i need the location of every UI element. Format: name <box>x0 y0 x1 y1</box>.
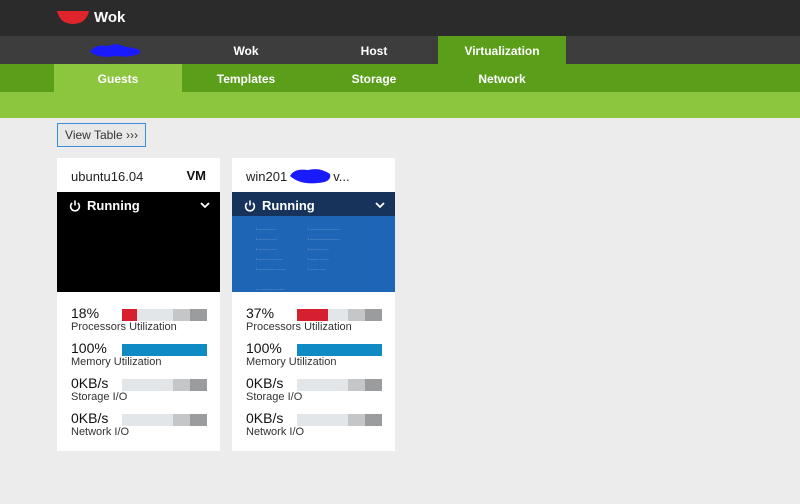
cpu-value: 18% <box>71 305 100 321</box>
guest-status: Running <box>87 198 140 213</box>
cpu-value: 37% <box>246 305 275 321</box>
chevron-down-icon[interactable] <box>375 201 385 209</box>
memory-value: 100% <box>246 340 282 356</box>
vm-badge: VM <box>186 168 207 183</box>
redacted-host-name <box>90 44 141 57</box>
storage-bar <box>122 379 207 391</box>
cpu-bar-fill <box>122 309 137 321</box>
memory-bar <box>122 344 207 356</box>
memory-bar-fill <box>122 344 207 356</box>
storage-value: 0KB/s <box>71 375 109 391</box>
windows-desktop-image: ▪ —————— ▪ ———— —— ▪ ———— —— ▪ ———— ———— ▪ —… <box>256 227 286 291</box>
guest-card[interactable]: win201 v... ▪ —————— ▪ ———— —— ▪ ———— —— ▪ —… <box>232 158 395 451</box>
network-label: Network I/O <box>246 426 305 438</box>
network-label: Network I/O <box>71 426 130 438</box>
cpu-bar-fill <box>297 309 328 321</box>
cpu-label: Processors Utilization <box>71 321 177 333</box>
sub-nav: Guests Templates Storage Network <box>0 64 800 92</box>
tab-guests[interactable]: Guests <box>54 64 182 92</box>
storage-value: 0KB/s <box>246 375 284 391</box>
memory-bar <box>297 344 382 356</box>
toolbar-band <box>0 92 800 118</box>
power-icon <box>69 200 81 212</box>
top-bar: Wok <box>0 0 800 36</box>
tab-wok[interactable]: Wok <box>182 36 310 64</box>
redacted-guest-name <box>290 169 331 184</box>
power-icon <box>244 200 256 212</box>
cpu-label: Processors Utilization <box>246 321 352 333</box>
guest-screenshot[interactable]: Running <box>57 192 220 292</box>
tab-host[interactable]: Host <box>310 36 438 64</box>
tab-templates[interactable]: Templates <box>182 64 310 92</box>
storage-label: Storage I/O <box>71 391 128 403</box>
network-value: 0KB/s <box>71 410 109 426</box>
guest-status: Running <box>262 198 315 213</box>
cpu-bar <box>297 309 382 321</box>
storage-label: Storage I/O <box>246 391 303 403</box>
guest-status-menu[interactable]: Running <box>244 198 315 213</box>
memory-value: 100% <box>71 340 107 356</box>
network-bar <box>297 414 382 426</box>
wok-logo-icon <box>57 11 89 24</box>
tab-network[interactable]: Network <box>438 64 566 92</box>
network-bar <box>122 414 207 426</box>
guest-screenshot[interactable]: ▪ —————— ▪ ———— —— ▪ ———— —— ▪ ———— ———— ▪ —… <box>232 192 395 292</box>
cpu-bar <box>122 309 207 321</box>
tab-storage[interactable]: Storage <box>310 64 438 92</box>
network-value: 0KB/s <box>246 410 284 426</box>
view-table-button[interactable]: View Table ››› <box>57 123 146 147</box>
guest-name[interactable]: ubuntu16.04 <box>71 169 143 184</box>
brand-name[interactable]: Wok <box>94 9 125 26</box>
guest-status-menu[interactable]: Running <box>69 198 140 213</box>
memory-label: Memory Utilization <box>246 356 337 368</box>
memory-label: Memory Utilization <box>71 356 162 368</box>
storage-bar <box>297 379 382 391</box>
main-nav: Wok Host Virtualization <box>0 36 800 64</box>
tab-virtualization[interactable]: Virtualization <box>438 36 566 64</box>
memory-bar-fill <box>297 344 382 356</box>
chevron-down-icon[interactable] <box>200 201 210 209</box>
guest-card[interactable]: ubuntu16.04 VM Running 18% Processors Ut… <box>57 158 220 451</box>
